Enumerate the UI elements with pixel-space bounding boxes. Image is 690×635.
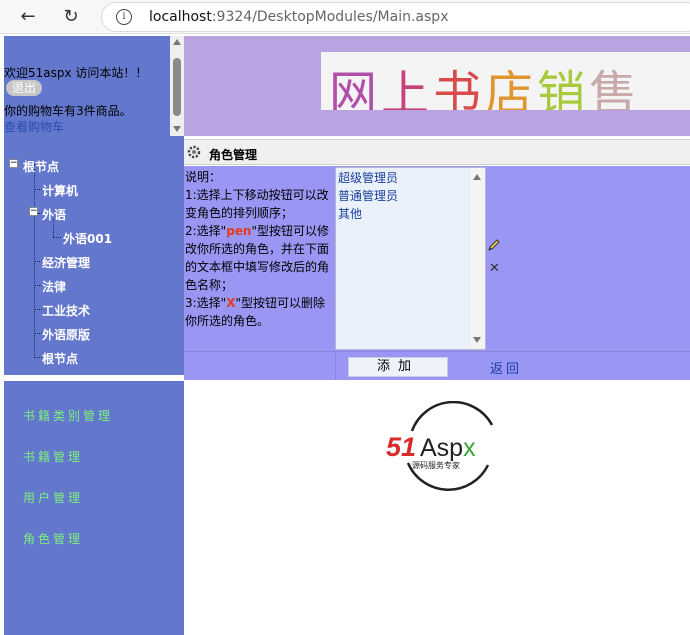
banner-char: 上 [381,66,434,110]
add-button[interactable]: 添加 [348,357,448,377]
sidebar-scrollbar[interactable] [170,36,184,136]
tree-item-foreign001[interactable]: 外语001 [63,230,112,247]
menu-book-management[interactable]: 书籍管理 [23,448,83,465]
role-option-other[interactable]: 其他 [338,205,362,222]
view-cart-link[interactable]: 查看购物车 [4,118,64,135]
url-text: localhost:9324/DesktopModules/Main.aspx [149,9,448,25]
url-host: localhost [149,9,212,25]
pen-icon[interactable] [487,238,501,252]
scroll-up-icon[interactable] [173,39,181,45]
banner-char: 书 [433,66,486,110]
menu-user-management[interactable]: 用户管理 [23,489,83,506]
logo-brand-aspx: Aspx [420,434,476,462]
banner-char: 店 [485,66,538,110]
welcome-text: 欢迎51aspx 访问本站！！ [4,66,148,80]
tree-connector [53,237,61,238]
sidebar-top-frame: 欢迎51aspx 访问本站！！ 退出 你的购物车有3件商品。 查看购物车 − 根… [4,36,184,375]
collapse-foreign-icon[interactable]: − [29,207,38,216]
tree-item-root[interactable]: 根节点 [23,158,59,175]
instructions-heading: 说明： [185,170,222,184]
module-title-bar: 角色管理 [184,139,690,165]
role-listbox[interactable]: 超级管理员 普通管理员 其他 [335,167,486,350]
scroll-down-icon[interactable] [473,337,481,343]
51aspx-logo: 51 Aspx 源码服务专家 [386,401,494,491]
instructions: 说明： 1:选择上下移动按钮可以改变角色的排列顺序； 2:选择"pen"型按钮可… [185,168,335,330]
tree-item-computer[interactable]: 计算机 [42,182,78,199]
header-frame: 网上书店销售 [184,36,690,136]
banner-char: 网 [329,66,382,110]
tree-connector [34,261,42,262]
scroll-thumb[interactable] [173,58,181,116]
tree-item-law[interactable]: 法律 [42,278,66,295]
store-banner: 网上书店销售 [321,52,690,110]
instruction-2: 2:选择"pen"型按钮可以修改你所选的角色，并在下面的文本框中填写修改后的角色… [185,222,335,294]
url-path: :9324/DesktopModules/Main.aspx [211,9,449,25]
page-title: 角色管理 [209,148,258,162]
cart-info-text: 你的购物车有3件商品。 [4,104,132,118]
tree-item-foreign[interactable]: 外语 [42,206,66,223]
logo-brand-aspx-main: Asp [420,434,463,462]
tree-item-root2[interactable]: 根节点 [42,350,78,367]
back-link[interactable]: 返回 [490,358,522,377]
pen-keyword: pen [226,224,252,238]
instruction-3: 3:选择"X"型按钮可以删除你所选的角色。 [185,294,335,330]
tree-connector [34,333,42,334]
logo-tagline: 源码服务专家 [412,460,460,470]
logout-button[interactable]: 退出 [6,80,43,96]
delete-icon[interactable]: ✕ [489,262,500,275]
scroll-down-icon[interactable] [173,126,181,132]
banner-title: 网上书店销售 [329,54,641,110]
role-panel: 说明： 1:选择上下移动按钮可以改变角色的排列顺序； 2:选择"pen"型按钮可… [184,166,690,380]
banner-char: 售 [589,66,642,110]
tree-connector [34,189,42,190]
action-row: 添加 返回 [184,351,690,380]
tree-connector [34,285,42,286]
role-option-admin[interactable]: 普通管理员 [338,187,398,204]
tree-item-original[interactable]: 外语原版 [42,326,90,343]
menu-category-management[interactable]: 书籍类别管理 [23,407,113,424]
logo-brand-aspx-x: x [463,434,476,462]
scroll-up-icon[interactable] [473,174,481,180]
collapse-root-icon[interactable]: − [9,159,18,168]
sidebar-menu-frame: 书籍类别管理 书籍管理 用户管理 角色管理 [4,381,184,635]
instruction-2-prefix: 2:选择" [185,224,227,238]
instruction-1: 1:选择上下移动按钮可以改变角色的排列顺序； [185,188,329,220]
info-icon[interactable]: i [116,9,132,25]
tree-item-economy[interactable]: 经济管理 [42,254,90,271]
main-content: 角色管理 说明： 1:选择上下移动按钮可以改变角色的排列顺序； 2:选择"pen… [184,137,690,635]
tree-connector [34,357,42,358]
address-bar[interactable]: i localhost:9324/DesktopModules/Main.asp… [101,2,690,32]
listbox-scrollbar[interactable] [470,168,485,349]
instruction-3-prefix: 3:选择" [185,296,227,310]
banner-char: 销 [537,66,590,110]
tree-connector [34,309,42,310]
reload-icon[interactable]: ↻ [59,5,83,29]
role-option-super-admin[interactable]: 超级管理员 [338,169,398,186]
logo-brand-51: 51 [386,432,416,462]
browser-toolbar: ← ↻ i localhost:9324/DesktopModules/Main… [0,0,690,34]
gear-icon [187,145,201,159]
menu-role-management[interactable]: 角色管理 [23,530,83,547]
row-divider [335,352,336,380]
back-arrow-icon[interactable]: ← [16,5,40,29]
tree-item-industry[interactable]: 工业技术 [42,302,90,319]
